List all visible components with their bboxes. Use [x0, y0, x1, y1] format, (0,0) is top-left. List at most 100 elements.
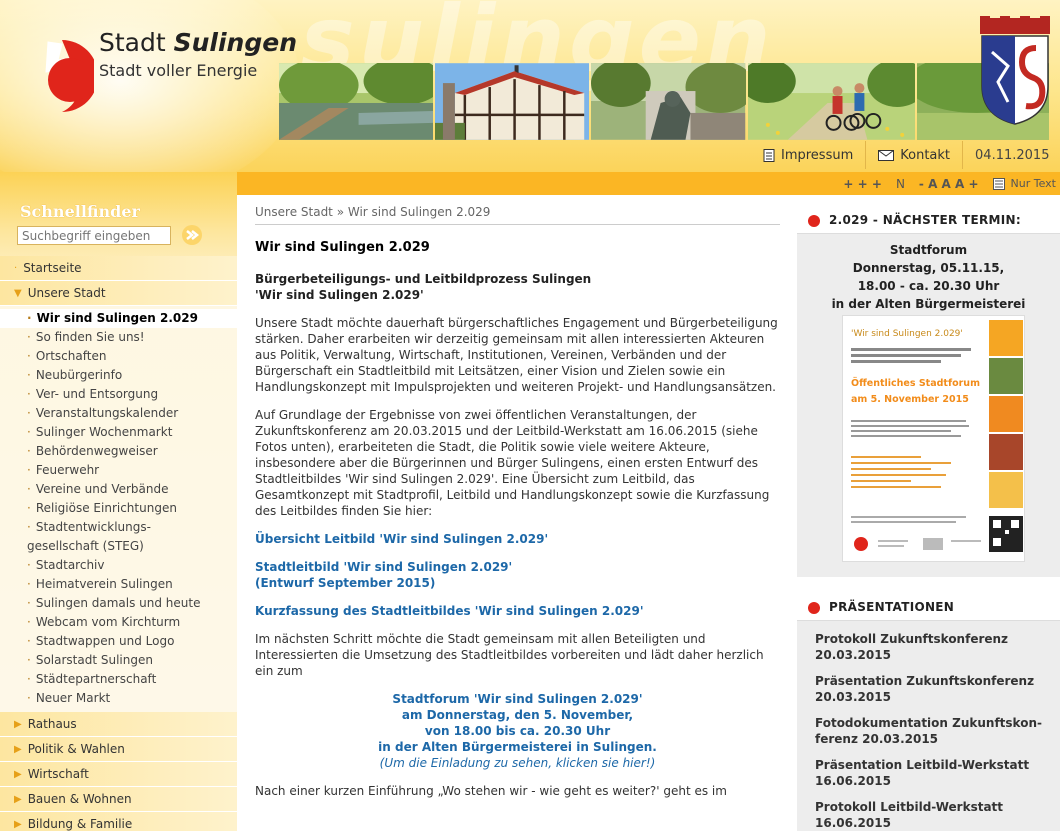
bullet-icon: ·	[27, 577, 31, 591]
bullet-icon: ·	[27, 596, 31, 610]
event-announcement[interactable]: Stadtforum 'Wir sind Sulingen 2.029' am …	[255, 691, 780, 771]
subnav-item[interactable]: · Feuerwehr	[0, 461, 237, 480]
next-date-box: 2.029 - NÄCHSTER TERMIN: Stadtforum Donn…	[797, 207, 1060, 577]
main-navigation: · Startseite ▼ Unsere Stadt · Wir sind Suli…	[0, 256, 237, 831]
subnav-item[interactable]: · Webcam vom Kirchturm	[0, 613, 237, 632]
subnav-item[interactable]: · Ver- und Entsorgung	[0, 385, 237, 404]
impressum-link[interactable]: Impressum	[751, 141, 865, 169]
subnav-label: Religiöse Einrichtungen	[35, 501, 177, 515]
link-kurzfassung[interactable]: Kurzfassung des Stadtleitbildes 'Wir sin…	[255, 603, 780, 619]
normal-toggle[interactable]: N	[896, 177, 905, 191]
text-only-link[interactable]: Nur Text	[992, 177, 1056, 190]
termin-line: Donnerstag, 05.11.15,	[852, 261, 1005, 275]
bullet-icon: ·	[27, 520, 31, 534]
bullet-icon: ·	[27, 558, 31, 572]
bullet-icon: ·	[27, 672, 31, 686]
subnav-label: Sulinger Wochenmarkt	[35, 425, 173, 439]
next-step-paragraph: Im nächsten Schritt möchte die Stadt gem…	[255, 632, 764, 678]
subnav-label: Heimatverein Sulingen	[35, 577, 173, 591]
subnav-item[interactable]: · Heimatverein Sulingen	[0, 575, 237, 594]
bullet-icon: ·	[27, 653, 31, 667]
next-date-header: 2.029 - NÄCHSTER TERMIN:	[797, 207, 1060, 234]
subnav-unsere-stadt: · Wir sind Sulingen 2.029 · So finden Sie …	[0, 306, 237, 712]
presentation-link[interactable]: Fotodokumentation Zukunftskon-ferenz 20.…	[797, 715, 1060, 747]
envelope-icon	[878, 149, 895, 161]
presentation-link[interactable]: Protokoll Leitbild-Werkstatt 16.06.2015	[797, 799, 1060, 831]
presentation-link[interactable]: Präsentation Zukunftskonferenz 20.03.2015	[797, 673, 1060, 705]
next-date-details: Stadtforum Donnerstag, 05.11.15, 18.00 -…	[797, 234, 1060, 313]
presentation-line: Präsentation Zukunftskonferenz	[815, 674, 1035, 688]
nav-item-politik[interactable]: ▶ Politik & Wahlen	[0, 737, 237, 762]
presentations-title: PRÄSENTATIONEN	[829, 600, 955, 614]
flyer-title: 'Wir sind Sulingen 2.029'	[851, 329, 963, 339]
chevron-right-icon: ▶	[14, 818, 22, 830]
nav-item-startseite[interactable]: · Startseite	[0, 256, 237, 281]
photo-cyclists	[747, 63, 915, 140]
city-logo-icon[interactable]	[18, 30, 94, 118]
accessibility-bar: + + + N - A A A + Nur Text	[237, 172, 1060, 195]
subnav-label: Stadtentwicklungs-	[35, 520, 151, 534]
bullet-icon: ·	[27, 349, 31, 363]
invitation-link[interactable]: (Um die Einladung zu sehen, klicken sie …	[255, 755, 780, 771]
subnav-item-wir-sind-sulingen[interactable]: · Wir sind Sulingen 2.029	[0, 309, 237, 328]
nav-item-unsere-stadt[interactable]: ▼ Unsere Stadt	[0, 281, 237, 306]
bullet-icon: ·	[27, 615, 31, 629]
subnav-item-steg-cont[interactable]: gesellschaft (STEG)	[0, 537, 237, 556]
bullet-icon: ·	[27, 634, 31, 648]
subnav-item[interactable]: · Neubürgerinfo	[0, 366, 237, 385]
chevron-right-icon: ▶	[14, 768, 22, 780]
link-stadtleitbild[interactable]: Stadtleitbild 'Wir sind Sulingen 2.029' (…	[255, 559, 780, 591]
subnav-item[interactable]: · Ortschaften	[0, 347, 237, 366]
accessibility-tools: + + + N - A A A + Nur Text	[843, 172, 1056, 195]
nav-item-bildung[interactable]: ▶ Bildung & Familie	[0, 812, 237, 831]
document-icon	[763, 148, 775, 162]
right-column: 2.029 - NÄCHSTER TERMIN: Stadtforum Donn…	[797, 207, 1060, 831]
subnav-item[interactable]: · Stadtwappen und Logo	[0, 632, 237, 651]
subnav-item[interactable]: · Stadtarchiv	[0, 556, 237, 575]
subnav-label: Webcam vom Kirchturm	[35, 615, 181, 629]
subnav-item[interactable]: · Behördenwegweiser	[0, 442, 237, 461]
subnav-item[interactable]: · Religiöse Einrichtungen	[0, 499, 237, 518]
nav-item-bauen[interactable]: ▶ Bauen & Wohnen	[0, 787, 237, 812]
presentations-box: PRÄSENTATIONEN Protokoll Zukunftskonfere…	[797, 594, 1060, 831]
bullet-icon: ·	[27, 425, 31, 439]
site-slogan: Stadt voller Energie	[99, 61, 258, 80]
subnav-item[interactable]: · Vereine und Verbände	[0, 480, 237, 499]
site-header: sulingen Stadt Sulingen Stadt voller Ene…	[0, 0, 1060, 172]
bullet-icon: ·	[27, 330, 31, 344]
subnav-item[interactable]: · Städtepartnerschaft	[0, 670, 237, 689]
subnav-item[interactable]: · Veranstaltungskalender	[0, 404, 237, 423]
bullet-icon: ·	[27, 501, 31, 515]
subnav-item[interactable]: · Solarstadt Sulingen	[0, 651, 237, 670]
presentation-link[interactable]: Präsentation Leitbild-Werkstatt 16.06.201…	[797, 757, 1060, 789]
subnav-item[interactable]: · Sulinger Wochenmarkt	[0, 423, 237, 442]
subnav-label: Veranstaltungskalender	[35, 406, 179, 420]
subnav-label: Vereine und Verbände	[35, 482, 169, 496]
intro-next-paragraph: Nach einer kurzen Einführung „Wo stehen …	[255, 784, 727, 798]
subnav-item[interactable]: · Neuer Markt	[0, 689, 237, 708]
subnav-item-steg[interactable]: · Stadtentwicklungs-	[0, 518, 237, 537]
subnav-item[interactable]: · Sulingen damals und heute	[0, 594, 237, 613]
section-heading-line2: 'Wir sind Sulingen 2.029'	[255, 288, 424, 302]
chevron-right-icon: ▶	[14, 718, 22, 730]
subnav-item[interactable]: · So finden Sie uns!	[0, 328, 237, 347]
contrast-toggle[interactable]: + + +	[843, 177, 882, 191]
bullet-icon: ·	[27, 444, 31, 458]
site-title-prefix: Stadt	[99, 28, 174, 57]
current-date: 04.11.2015	[962, 141, 1049, 169]
nav-item-wirtschaft[interactable]: ▶ Wirtschaft	[0, 762, 237, 787]
search-input[interactable]	[17, 226, 171, 245]
photo-timbered-house	[435, 63, 590, 140]
nav-item-rathaus[interactable]: ▶ Rathaus	[0, 712, 237, 737]
kontakt-link[interactable]: Kontakt	[865, 141, 962, 169]
presentation-line: Protokoll Leitbild-Werkstatt	[815, 800, 1004, 814]
breadcrumb[interactable]: Unsere Stadt » Wir sind Sulingen 2.029	[255, 205, 780, 225]
search-submit-icon[interactable]	[181, 224, 203, 246]
presentation-link[interactable]: Protokoll Zukunftskonferenz 20.03.2015	[797, 631, 1060, 663]
link-uebersicht-leitbild[interactable]: Übersicht Leitbild 'Wir sind Sulingen 2.…	[255, 531, 780, 547]
site-title[interactable]: Stadt Sulingen	[99, 28, 297, 57]
font-size-controls[interactable]: - A A A +	[919, 177, 979, 191]
header-photo-strip	[279, 63, 1049, 140]
subnav-label: Stadtwappen und Logo	[35, 634, 175, 648]
event-flyer-image[interactable]: 'Wir sind Sulingen 2.029' Öffentliches S…	[842, 315, 1025, 562]
